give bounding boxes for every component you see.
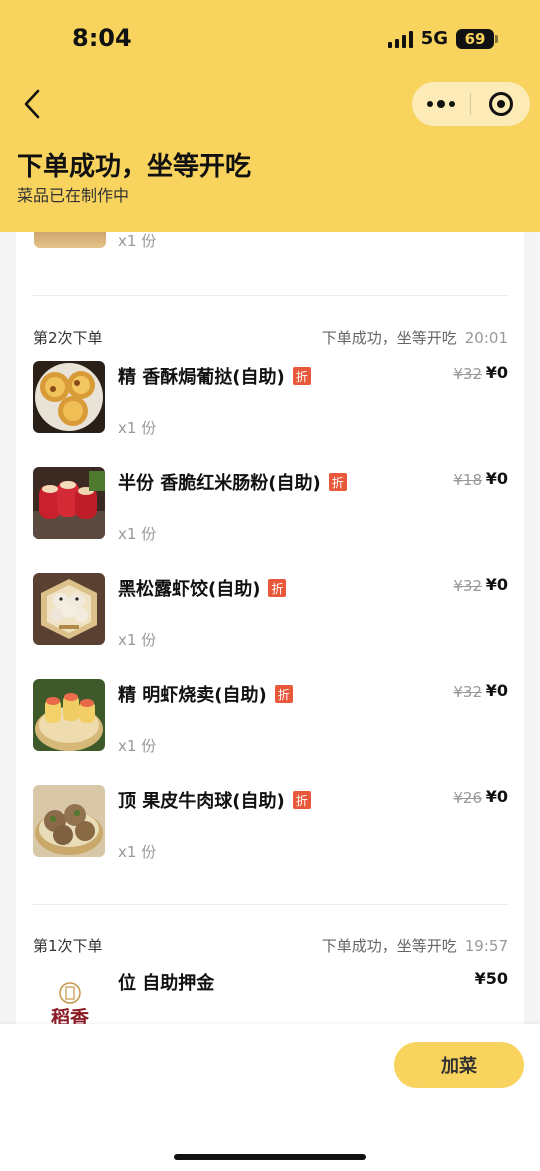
- item-qty: x1 份: [118, 525, 157, 543]
- order-card: x1 份 第2次下单 下单成功，坐等开吃 20:01 精 香酥焗葡挞(自助) 折 ¥…: [16, 232, 524, 1032]
- list-item: 顶 果皮牛肉球(自助) 折 ¥26 ¥0 x1 份: [32, 785, 508, 865]
- page-header: 8:04 5G 69 下单成功，坐等开吃 菜品已在制作中: [0, 0, 540, 232]
- item-price: ¥0: [485, 363, 508, 382]
- item-name: 精 香酥焗葡挞(自助) 折: [118, 363, 311, 389]
- item-price: ¥0: [485, 681, 508, 700]
- dish-image: [34, 232, 106, 248]
- item-name-text: 精 香酥焗葡挞(自助): [118, 367, 285, 388]
- item-price: ¥0: [485, 787, 508, 806]
- home-indicator: [174, 1154, 366, 1160]
- dish-image: [33, 679, 105, 751]
- discount-badge: 折: [328, 473, 347, 491]
- round-status-text: 下单成功，坐等开吃: [321, 937, 457, 955]
- item-price: ¥50: [474, 969, 508, 988]
- dish-image: [33, 573, 105, 645]
- miniprogram-capsule: [412, 82, 530, 126]
- item-price: ¥0: [485, 469, 508, 488]
- item-name: 半份 香脆红米肠粉(自助) 折: [118, 469, 347, 495]
- list-item: 精 明虾烧卖(自助) 折 ¥32 ¥0 x1 份: [32, 679, 508, 759]
- round-time: 19:57: [464, 937, 508, 955]
- item-price: ¥0: [485, 575, 508, 594]
- list-item: 精 香酥焗葡挞(自助) 折 ¥32 ¥0 x1 份: [32, 361, 508, 441]
- item-name: 精 明虾烧卖(自助) 折: [118, 681, 293, 707]
- round-status-text: 下单成功，坐等开吃: [321, 329, 457, 347]
- divider: [32, 295, 508, 296]
- item-name-text: 顶 果皮牛肉球(自助): [118, 791, 285, 812]
- item-name: 顶 果皮牛肉球(自助) 折: [118, 787, 311, 813]
- chevron-left-icon: [24, 89, 40, 119]
- dish-image: [33, 361, 105, 433]
- divider: [32, 904, 508, 905]
- restaurant-logo: 稻香: [33, 967, 105, 1032]
- item-name: 位 自助押金: [118, 969, 214, 995]
- round-status: 下单成功，坐等开吃 20:01: [322, 327, 508, 348]
- item-qty: x1 份: [118, 843, 157, 861]
- signal-icon: [387, 30, 413, 48]
- network-label: 5G: [420, 28, 448, 49]
- item-name-text: 黑松露虾饺(自助): [118, 579, 261, 600]
- item-name: 黑松露虾饺(自助) 折: [118, 575, 287, 601]
- round-label: 第1次下单: [33, 937, 103, 955]
- dish-image: [33, 785, 105, 857]
- discount-badge: 折: [268, 579, 287, 597]
- round-time: 20:01: [464, 329, 508, 347]
- item-name-text: 位 自助押金: [118, 973, 215, 994]
- page-subtitle: 菜品已在制作中: [17, 186, 130, 205]
- item-qty: x1 份: [118, 631, 157, 649]
- battery-icon: 69: [456, 28, 498, 49]
- discount-badge: 折: [292, 791, 311, 809]
- original-price: ¥32: [453, 577, 482, 595]
- original-price: ¥32: [453, 365, 482, 383]
- target-icon: [488, 92, 513, 116]
- close-miniprogram-button[interactable]: [471, 92, 530, 116]
- status-icons: 5G 69: [387, 28, 498, 49]
- original-price: ¥26: [453, 789, 482, 807]
- list-item: 黑松露虾饺(自助) 折 ¥32 ¥0 x1 份: [32, 573, 508, 653]
- item-qty: x1 份: [118, 232, 157, 250]
- dish-image: [33, 467, 105, 539]
- original-price: ¥18: [453, 471, 482, 489]
- discount-badge: 折: [274, 685, 293, 703]
- discount-badge: 折: [292, 367, 311, 385]
- item-name-text: 精 明虾烧卖(自助): [118, 685, 267, 706]
- list-item: 半份 香脆红米肠粉(自助) 折 ¥18 ¥0 x1 份: [32, 467, 508, 547]
- round-label: 第2次下单: [33, 329, 103, 347]
- more-icon[interactable]: [412, 82, 470, 126]
- add-dish-button[interactable]: 加菜: [394, 1042, 524, 1088]
- item-qty: x1 份: [118, 737, 157, 755]
- round-status: 下单成功，坐等开吃 19:57: [322, 935, 508, 956]
- item-qty: x1 份: [118, 419, 157, 437]
- original-price: ¥32: [453, 683, 482, 701]
- status-time: 8:04: [72, 24, 132, 52]
- page-title: 下单成功，坐等开吃: [17, 152, 252, 182]
- list-item: 稻香 位 自助押金 ¥50: [32, 967, 508, 1032]
- bottom-action-bar: 加菜: [0, 1024, 540, 1171]
- back-button[interactable]: [18, 86, 48, 122]
- item-name-text: 半份 香脆红米肠粉(自助): [118, 473, 321, 494]
